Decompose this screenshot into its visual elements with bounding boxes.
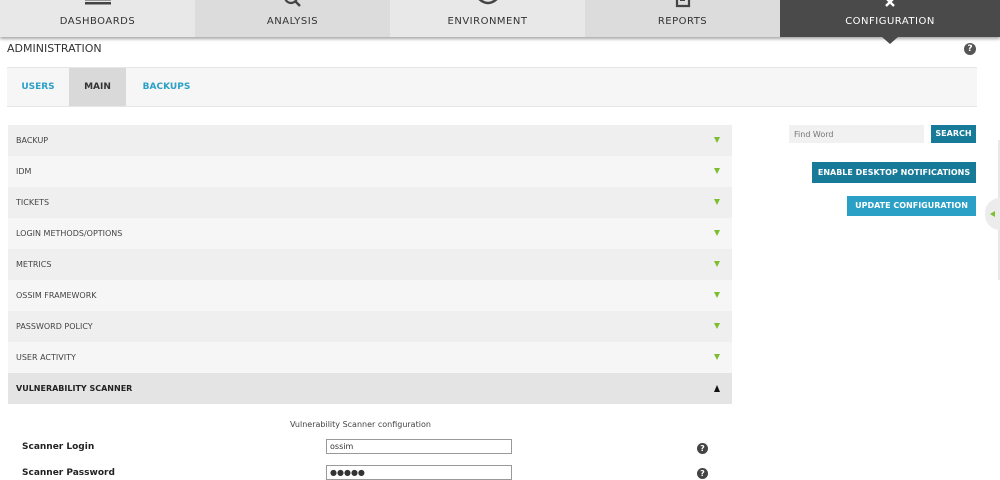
update-configuration-button[interactable]: UPDATE CONFIGURATION <box>847 196 976 216</box>
enable-desktop-notifications-button[interactable]: ENABLE DESKTOP NOTIFICATIONS <box>812 162 976 183</box>
expand-arrow-icon <box>714 261 720 267</box>
nav-reports-label: REPORTS <box>657 16 708 27</box>
accordion-label: IDM <box>16 167 32 176</box>
accordion-label: PASSWORD POLICY <box>16 322 93 331</box>
help-icon[interactable]: ? <box>697 443 708 454</box>
accordion-label: TICKETS <box>16 198 50 207</box>
expand-arrow-icon <box>714 292 720 298</box>
environment-icon <box>473 0 503 8</box>
scanner-login-label: Scanner Login <box>22 442 95 452</box>
accordion-label: VULNERABILITY SCANNER <box>16 384 133 393</box>
accordion-label: USER ACTIVITY <box>16 353 76 362</box>
section-heading: Vulnerability Scanner configuration <box>290 420 431 429</box>
expand-arrow-icon <box>714 323 720 329</box>
expand-arrow-icon <box>714 354 720 360</box>
accordion-row-user-activity[interactable]: USER ACTIVITY <box>8 342 732 373</box>
analysis-icon <box>278 0 308 8</box>
nav-configuration-label: CONFIGURATION <box>845 16 935 27</box>
tab-backups[interactable]: BACKUPS <box>130 68 203 106</box>
accordion-label: LOGIN METHODS/OPTIONS <box>16 229 123 238</box>
accordion-row-backup[interactable]: BACKUP <box>8 125 732 156</box>
search-button[interactable]: SEARCH <box>931 125 976 143</box>
configuration-icon <box>875 0 905 8</box>
collapse-arrow-icon <box>714 385 720 392</box>
nav-dashboards-label: DASHBOARDS <box>59 16 136 27</box>
side-panel-toggle[interactable] <box>985 198 1000 230</box>
help-icon[interactable]: ? <box>697 468 708 479</box>
nav-reports[interactable]: REPORTS <box>585 0 780 37</box>
nav-dashboards[interactable]: DASHBOARDS <box>0 0 195 37</box>
nav-environment-label: ENVIRONMENT <box>447 16 528 27</box>
top-navigation: DASHBOARDS ANALYSIS ENVIRONMENT REPORTS … <box>0 0 1000 44</box>
accordion-row-login-methods[interactable]: LOGIN METHODS/OPTIONS <box>8 218 732 249</box>
accordion-row-password-policy[interactable]: PASSWORD POLICY <box>8 311 732 342</box>
active-nav-caret <box>882 37 898 44</box>
accordion-row-idm[interactable]: IDM <box>8 156 732 187</box>
expand-arrow-icon <box>714 199 720 205</box>
accordion-label: METRICS <box>16 260 52 269</box>
accordion-row-vulnerability-scanner[interactable]: VULNERABILITY SCANNER <box>8 373 732 404</box>
expand-arrow-icon <box>714 137 720 143</box>
tab-main[interactable]: MAIN <box>69 68 126 106</box>
scanner-password-label: Scanner Password <box>22 468 115 478</box>
nav-analysis-label: ANALYSIS <box>266 16 319 27</box>
nav-analysis[interactable]: ANALYSIS <box>195 0 390 37</box>
nav-environment[interactable]: ENVIRONMENT <box>390 0 585 37</box>
accordion-row-metrics[interactable]: METRICS <box>8 249 732 280</box>
dashboards-icon <box>83 0 113 8</box>
help-icon[interactable]: ? <box>964 43 976 55</box>
expand-arrow-icon <box>714 230 720 236</box>
find-word-input[interactable] <box>789 125 924 143</box>
scanner-login-input[interactable] <box>326 439 512 454</box>
config-accordion: BACKUP IDM TICKETS LOGIN METHODS/OPTIONS… <box>8 125 732 404</box>
accordion-row-ossim-framework[interactable]: OSSIM FRAMEWORK <box>8 280 732 311</box>
page-title: ADMINISTRATION <box>7 42 102 55</box>
accordion-label: BACKUP <box>16 136 49 145</box>
arrow-left-icon <box>990 211 995 217</box>
nav-configuration[interactable]: CONFIGURATION <box>780 0 1000 44</box>
reports-icon <box>668 0 698 8</box>
sub-tabs: USERS MAIN BACKUPS <box>7 68 977 107</box>
tab-users[interactable]: USERS <box>7 68 69 106</box>
accordion-label: OSSIM FRAMEWORK <box>16 291 97 300</box>
expand-arrow-icon <box>714 168 720 174</box>
accordion-row-tickets[interactable]: TICKETS <box>8 187 732 218</box>
